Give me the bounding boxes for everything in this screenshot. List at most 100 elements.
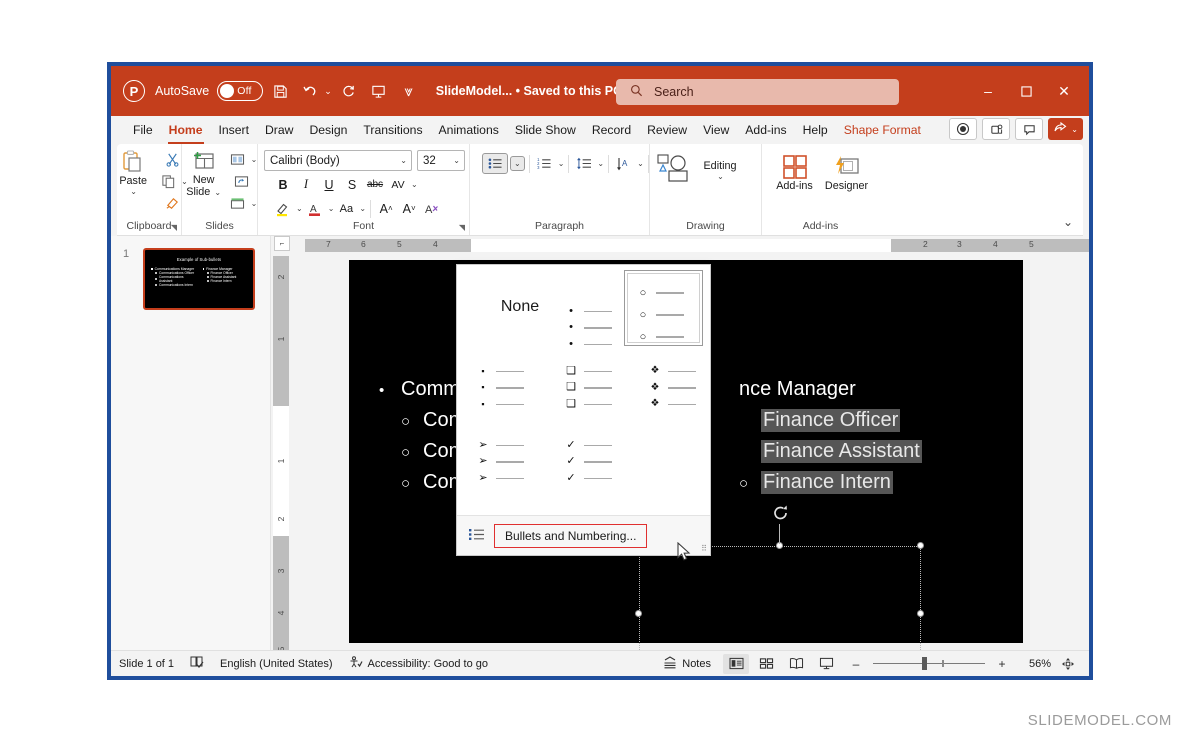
bullets-option-none[interactable]: None: [479, 298, 561, 316]
italic-button[interactable]: I: [295, 174, 317, 195]
undo-icon[interactable]: [297, 78, 323, 104]
numbering-caret-icon[interactable]: ⌄: [558, 159, 565, 168]
change-case-caret-icon[interactable]: ⌄: [359, 204, 366, 213]
slide-right-line-3[interactable]: Finance Assistant: [717, 440, 922, 463]
language-indicator[interactable]: English (United States): [220, 658, 333, 670]
bullets-option-arrow[interactable]: ➢ ➢ ➢: [477, 437, 543, 487]
tab-view[interactable]: View: [695, 119, 737, 141]
tab-home[interactable]: Home: [161, 119, 211, 141]
slide-counter[interactable]: Slide 1 of 1: [119, 658, 174, 670]
increase-font-size-button[interactable]: A˄: [375, 198, 397, 219]
change-case-button[interactable]: Aa: [335, 198, 357, 219]
editing-button[interactable]: Editing ⌄: [697, 157, 743, 181]
resize-grip-icon[interactable]: ⠿: [701, 544, 707, 553]
bullets-and-numbering-menu-item[interactable]: Bullets and Numbering... ⠿: [457, 515, 710, 555]
font-size-combobox[interactable]: 32 ⌄: [417, 150, 465, 171]
undo-caret-icon[interactable]: ⌄: [324, 86, 332, 97]
zoom-in-button[interactable]: +: [989, 654, 1015, 674]
tab-animations[interactable]: Animations: [431, 119, 507, 141]
comments-icon[interactable]: [1015, 118, 1043, 140]
character-spacing-caret-icon[interactable]: ⌄: [411, 180, 418, 189]
section-icon[interactable]: [226, 193, 250, 214]
font-dialog-launcher-icon[interactable]: ◥: [459, 223, 465, 232]
start-presentation-icon[interactable]: [366, 78, 392, 104]
bullets-option-checkmark[interactable]: ✓ ✓ ✓: [565, 437, 631, 487]
reset-slide-icon[interactable]: [230, 171, 254, 192]
strikethrough-button[interactable]: abc: [364, 174, 386, 195]
slide-thumbnail-1[interactable]: Example of Sub-bullets Communications Ma…: [143, 248, 255, 310]
font-color-icon[interactable]: A: [304, 198, 326, 219]
close-button[interactable]: ✕: [1045, 74, 1083, 108]
line-spacing-caret-icon[interactable]: ⌄: [597, 159, 604, 168]
search-input[interactable]: Search: [616, 79, 899, 105]
bullets-option-filled-square[interactable]: ▪ ▪ ▪: [477, 363, 543, 413]
line-spacing-icon[interactable]: [573, 153, 595, 174]
decrease-font-size-button[interactable]: A˅: [398, 198, 420, 219]
slide-right-text-placeholder[interactable]: nce Manager Finance Officer Finance Assi…: [717, 378, 922, 494]
text-highlight-icon[interactable]: [272, 198, 294, 219]
horizontal-ruler[interactable]: 7 6 5 4 2 3 4 5: [305, 238, 1075, 252]
fit-to-window-icon[interactable]: [1055, 654, 1081, 674]
slide-right-line-1[interactable]: nce Manager: [717, 378, 922, 401]
designer-button[interactable]: Designer: [824, 151, 870, 192]
clear-formatting-icon[interactable]: A: [421, 198, 443, 219]
present-in-teams-icon[interactable]: [982, 118, 1010, 140]
zoom-level[interactable]: 56%: [1019, 658, 1051, 670]
font-name-combobox[interactable]: Calibri (Body) ⌄: [264, 150, 412, 171]
highlight-caret-icon[interactable]: ⌄: [296, 204, 303, 213]
normal-view-icon[interactable]: [723, 654, 749, 674]
font-name-caret-icon[interactable]: ⌄: [400, 156, 407, 165]
shapes-icon[interactable]: [660, 154, 696, 184]
bullets-caret-icon[interactable]: ⌄: [510, 156, 525, 171]
paste-button[interactable]: Paste ⌄: [110, 147, 156, 196]
collapse-ribbon-icon[interactable]: ⌄: [1063, 215, 1073, 229]
tab-file[interactable]: File: [125, 119, 161, 141]
font-color-caret-icon[interactable]: ⌄: [328, 204, 335, 213]
reading-view-icon[interactable]: [783, 654, 809, 674]
slide-show-icon[interactable]: [813, 654, 839, 674]
tab-design[interactable]: Design: [301, 119, 355, 141]
record-button-icon[interactable]: [949, 118, 977, 140]
slide-layout-icon[interactable]: [226, 149, 250, 170]
copy-icon[interactable]: [156, 171, 180, 192]
add-ins-button[interactable]: Add-ins: [772, 151, 818, 192]
underline-button[interactable]: U: [318, 174, 340, 195]
bullets-option-hollow-round-selected[interactable]: ○ ○ ○: [624, 270, 703, 346]
notes-button[interactable]: Notes: [663, 656, 711, 672]
accessibility-indicator[interactable]: Accessibility: Good to go: [349, 656, 488, 672]
bullets-icon[interactable]: [482, 153, 508, 174]
customize-quick-access-icon[interactable]: ⩔: [396, 78, 422, 104]
document-title[interactable]: SlideModel... • Saved to this PC: [436, 84, 622, 98]
paste-caret-icon[interactable]: ⌄: [130, 187, 137, 196]
new-slide-button[interactable]: NewSlide ⌄: [182, 147, 226, 199]
clipboard-dialog-launcher-icon[interactable]: ◥: [171, 223, 177, 232]
save-icon[interactable]: [267, 78, 293, 104]
character-spacing-button[interactable]: AV: [387, 174, 409, 195]
tab-add-ins[interactable]: Add-ins: [737, 119, 794, 141]
font-size-caret-icon[interactable]: ⌄: [453, 156, 460, 165]
vertical-ruler[interactable]: 2 1 1 2 3 4 5: [273, 238, 289, 650]
bullets-option-star-diamond[interactable]: ❖ ❖ ❖: [649, 363, 715, 413]
autosave-toggle[interactable]: Off: [217, 81, 263, 101]
zoom-out-button[interactable]: –: [843, 654, 869, 674]
maximize-button[interactable]: [1007, 74, 1045, 108]
tab-slide-show[interactable]: Slide Show: [507, 119, 584, 141]
text-direction-icon[interactable]: A: [613, 153, 635, 174]
tab-shape-format[interactable]: Shape Format: [836, 119, 929, 141]
tab-transitions[interactable]: Transitions: [355, 119, 430, 141]
share-button[interactable]: ⌄: [1048, 118, 1083, 140]
slide-sorter-icon[interactable]: [753, 654, 779, 674]
minimize-button[interactable]: –: [969, 74, 1007, 108]
tab-review[interactable]: Review: [639, 119, 695, 141]
slide-right-line-2[interactable]: Finance Officer: [717, 409, 922, 432]
slide-right-line-4[interactable]: ○ Finance Intern: [717, 471, 922, 494]
numbering-icon[interactable]: 123: [534, 153, 556, 174]
editing-caret-icon[interactable]: ⌄: [717, 172, 724, 181]
spellcheck-status[interactable]: [190, 656, 204, 672]
tab-record[interactable]: Record: [584, 119, 639, 141]
bold-button[interactable]: B: [272, 174, 294, 195]
resize-handle-middle-right[interactable]: [917, 610, 924, 617]
text-direction-caret-icon[interactable]: ⌄: [637, 159, 644, 168]
rotate-handle-icon[interactable]: [772, 504, 790, 527]
tab-draw[interactable]: Draw: [257, 119, 301, 141]
